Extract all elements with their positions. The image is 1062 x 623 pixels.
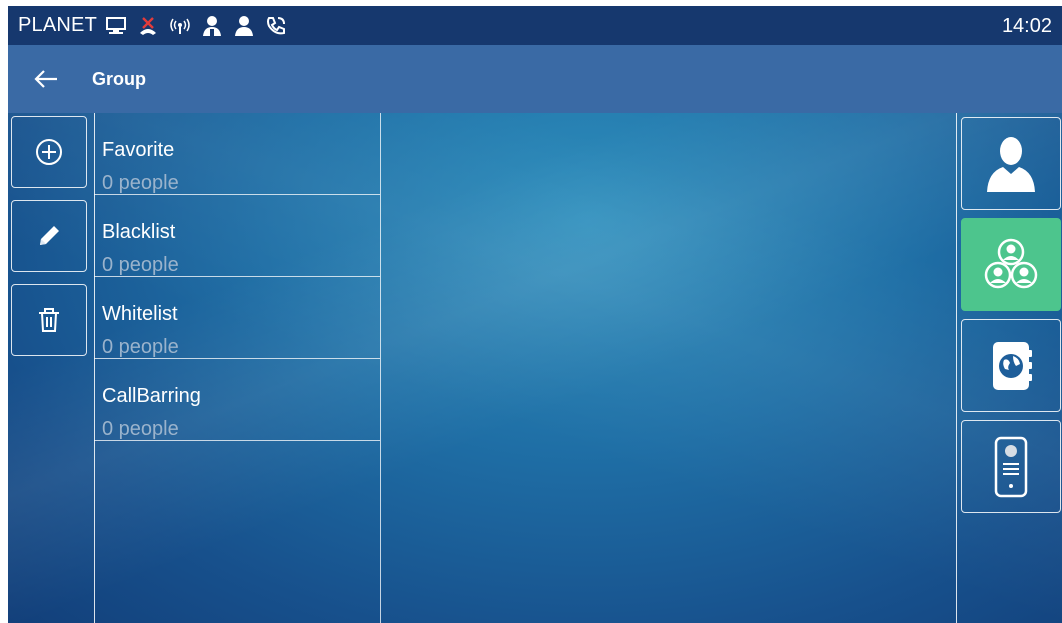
status-icons (105, 15, 287, 37)
side-tabs (956, 113, 1062, 623)
title-bar: Group (8, 45, 1062, 113)
trash-icon (39, 308, 59, 332)
pencil-icon (40, 226, 59, 245)
group-name: Whitelist (102, 303, 178, 325)
address-book-icon (993, 341, 1032, 390)
clock: 14:02 (1001, 15, 1052, 37)
person-icon (987, 136, 1035, 192)
group-name: Favorite (102, 139, 175, 161)
phone-screen: PLANET 14:02 Group Favorite 0 people Bla… (8, 6, 1062, 623)
group-icon (984, 238, 1038, 288)
back-button[interactable] (26, 59, 66, 99)
delete-group-button[interactable] (11, 284, 87, 356)
user-add-icon (201, 15, 223, 37)
list-item[interactable]: Favorite 0 people (94, 113, 380, 195)
user-icon (233, 15, 255, 37)
tab-phonebook[interactable] (961, 319, 1061, 412)
group-list: Favorite 0 people Blacklist 0 people Whi… (94, 113, 381, 623)
arrow-left-icon (34, 70, 57, 88)
list-item[interactable]: CallBarring 0 people (94, 359, 380, 441)
add-group-button[interactable] (11, 116, 87, 188)
group-toolbar (8, 113, 95, 623)
intercom-icon (994, 436, 1028, 497)
tab-contacts[interactable] (961, 117, 1061, 210)
missed-call-icon (137, 15, 159, 37)
group-count: 0 people (102, 418, 179, 440)
group-name: Blacklist (102, 221, 176, 243)
wireless-icon (169, 15, 191, 37)
tab-groups[interactable] (961, 218, 1061, 311)
list-item[interactable]: Blacklist 0 people (94, 195, 380, 277)
group-count: 0 people (102, 172, 179, 194)
status-bar: PLANET 14:02 (8, 6, 1062, 45)
page-title: Group (92, 68, 146, 89)
group-count: 0 people (102, 254, 179, 276)
group-count: 0 people (102, 336, 179, 358)
network-icon (105, 15, 127, 37)
edit-group-button[interactable] (11, 200, 87, 272)
plus-circle-icon (36, 139, 62, 165)
tab-door-phone[interactable] (961, 420, 1061, 513)
group-name: CallBarring (102, 385, 201, 407)
list-item[interactable]: Whitelist 0 people (94, 277, 380, 359)
brand-label: PLANET (18, 14, 98, 36)
call-forward-icon (265, 15, 287, 37)
